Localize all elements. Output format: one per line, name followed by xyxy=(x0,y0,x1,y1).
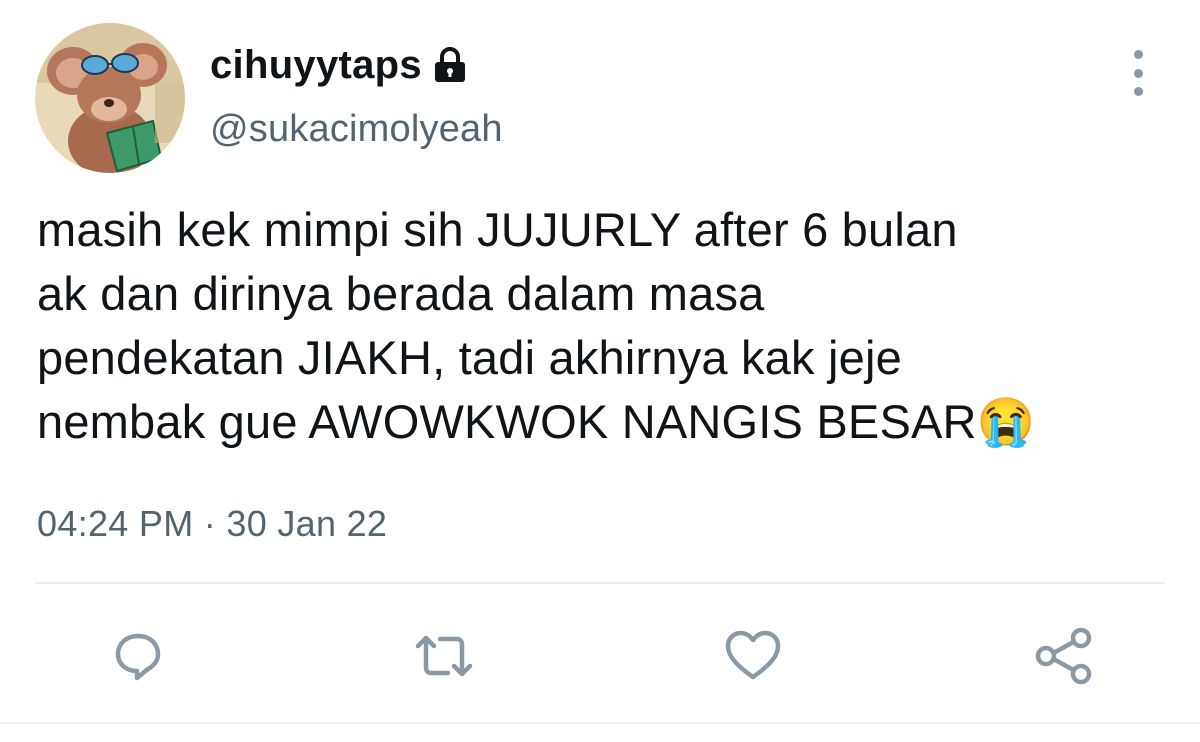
share-button[interactable] xyxy=(1034,626,1094,686)
more-options-button[interactable] xyxy=(1120,50,1156,96)
display-name[interactable]: cihuyytaps xyxy=(210,43,422,88)
more-dot-icon xyxy=(1133,87,1143,96)
retweet-icon xyxy=(415,635,473,677)
heart-icon xyxy=(725,630,781,680)
more-dot-icon xyxy=(1133,50,1143,59)
tweet-card: cihuyytaps @sukacimolyeah masih kek mimp… xyxy=(0,0,1200,742)
reply-icon xyxy=(115,633,161,681)
tweet-text: masih kek mimpi sih JUJURLY after 6 bula… xyxy=(37,203,1036,448)
retweet-button[interactable] xyxy=(414,626,474,686)
like-button[interactable] xyxy=(723,626,783,686)
bottom-divider xyxy=(0,722,1200,724)
display-name-row: cihuyytaps xyxy=(210,42,468,88)
reply-button[interactable] xyxy=(108,626,168,686)
divider xyxy=(35,582,1165,584)
more-dot-icon xyxy=(1133,68,1143,78)
avatar[interactable] xyxy=(35,23,185,173)
user-handle[interactable]: @sukacimolyeah xyxy=(210,108,503,151)
lock-icon xyxy=(432,46,468,84)
tweet-timestamp[interactable]: 04:24 PM · 30 Jan 22 xyxy=(37,503,387,545)
share-icon xyxy=(1035,627,1092,685)
cartoon-mouse-avatar-icon xyxy=(35,23,185,173)
